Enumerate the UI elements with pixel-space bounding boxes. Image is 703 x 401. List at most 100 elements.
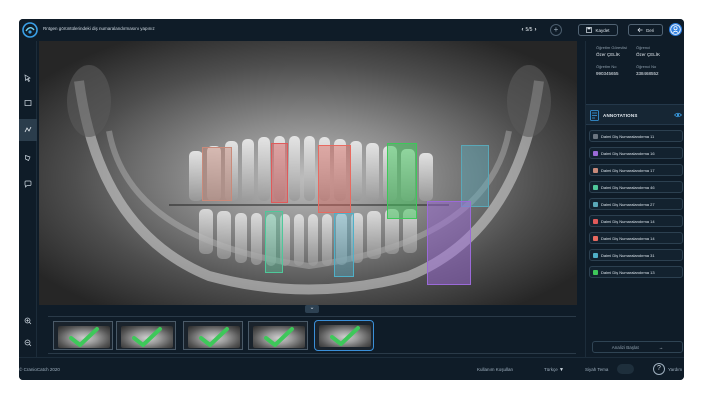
zoom-in-icon <box>24 317 32 325</box>
thumbnail-4[interactable] <box>248 321 308 350</box>
rectangle-icon <box>24 100 32 106</box>
select-tool[interactable] <box>21 71 35 85</box>
check-icon <box>264 327 294 347</box>
check-icon <box>69 327 99 347</box>
annotation-box-17[interactable] <box>202 147 232 201</box>
analyze-label: Analizi Başlat <box>611 344 639 350</box>
annotation-label: Daimi Diş Numaralandırma 17 <box>601 168 655 173</box>
thumbnail-3[interactable] <box>183 321 243 350</box>
dark-theme-label: Siyah Tema <box>585 367 609 372</box>
annotation-box-13[interactable] <box>387 143 417 219</box>
annotation-label: Daimi Diş Numaralandırma 14 <box>601 236 655 241</box>
annotation-label: Daimi Diş Numaralandırma 16 <box>601 151 655 156</box>
xray-viewer[interactable] <box>39 41 577 305</box>
app-window: Rntgen görüntülerindeki diş numaralandır… <box>19 19 684 380</box>
polyline-tool[interactable] <box>19 119 37 141</box>
annotation-item[interactable]: Daimi Diş Numaralandırma 11 <box>589 130 683 142</box>
annotation-item[interactable]: Daimi Diş Numaralandırma 17 <box>589 164 683 176</box>
thumbnail-5-selected[interactable] <box>314 320 374 351</box>
help-icon[interactable]: ? <box>653 363 665 375</box>
annotation-label: Daimi Diş Numaralandırma 31 <box>601 253 655 258</box>
doctor-label: Öğretim Görevlisi <box>596 45 627 50</box>
annotation-color-swatch <box>593 202 598 207</box>
arrow-right-icon: → <box>658 344 664 350</box>
annotation-label: Daimi Diş Numaralandırma 27 <box>601 202 655 207</box>
zoom-in-button[interactable] <box>21 314 35 328</box>
back-button[interactable]: Geri <box>628 24 663 36</box>
back-arrow-icon <box>637 27 643 33</box>
id-label: Öğretim No <box>596 64 617 69</box>
polyline-icon <box>24 126 32 133</box>
dark-theme-toggle[interactable] <box>617 364 634 374</box>
annotation-item[interactable]: Daimi Diş Numaralandırma 13 <box>589 266 683 278</box>
annotation-box-27[interactable] <box>461 145 489 207</box>
annotation-label: Daimi Diş Numaralandırma 46 <box>601 185 655 190</box>
annotations-title: ANNOTATIONS <box>603 113 638 118</box>
task-instruction: Rntgen görüntülerindeki diş numaralandır… <box>43 26 155 31</box>
doctor-name: Özer ÇELİK <box>596 52 621 57</box>
annotation-box-14[interactable] <box>271 143 288 203</box>
pager-count: 5/5 <box>525 26 533 33</box>
add-image-button[interactable]: + <box>550 24 562 36</box>
student-label: Öğrenci <box>636 45 651 50</box>
annotation-label: Daimi Diş Numaralandırma 13 <box>601 270 655 275</box>
annotation-item[interactable]: Daimi Diş Numaralandırma 14 <box>589 215 683 227</box>
language-value: Türkçe <box>544 367 558 372</box>
comment-tool[interactable] <box>21 177 35 191</box>
annotation-item[interactable]: Daimi Diş Numaralandırma 14 <box>589 232 683 244</box>
polygon-icon <box>25 155 31 161</box>
annotation-color-swatch <box>593 134 598 139</box>
collapse-thumbnails-button[interactable]: ⌄ <box>305 305 319 313</box>
zoom-out-icon <box>24 339 32 347</box>
annotation-box-11[interactable] <box>318 145 351 213</box>
annotation-label: Daimi Diş Numaralandırma 14 <box>601 219 655 224</box>
annotation-box-46[interactable] <box>265 211 283 273</box>
check-icon <box>330 326 360 346</box>
pointer-icon <box>24 74 31 82</box>
annotations-list-icon <box>590 110 599 121</box>
save-button[interactable]: Kaydet <box>578 24 618 36</box>
thumbnail-1[interactable] <box>53 321 113 350</box>
id-value: 990345655 <box>596 71 619 76</box>
prev-arrow-icon[interactable]: ‹ <box>522 27 524 33</box>
comment-icon <box>24 180 32 188</box>
annotation-item[interactable]: Daimi Diş Numaralandırma 16 <box>589 147 683 159</box>
user-avatar[interactable] <box>669 23 682 36</box>
annotation-item[interactable]: Daimi Diş Numaralandırma 27 <box>589 198 683 210</box>
terms-link[interactable]: Kullanım Koşulları <box>477 367 513 372</box>
rectangle-tool[interactable] <box>21 96 35 110</box>
zoom-out-button[interactable] <box>21 336 35 350</box>
save-label: Kaydet <box>595 27 610 33</box>
right-panel: Öğretim Görevlisi Özer ÇELİK Öğrenci Öze… <box>585 41 684 357</box>
visibility-eye-icon[interactable] <box>674 112 682 118</box>
craniocatch-logo-icon <box>22 22 38 38</box>
save-icon <box>586 27 593 33</box>
student-id-label: Öğrenci No <box>636 64 657 69</box>
thumbnail-2[interactable] <box>116 321 176 350</box>
annotation-box-31[interactable] <box>334 213 354 277</box>
language-select[interactable]: Türkçe ▼ <box>544 367 564 373</box>
annotation-box-16[interactable] <box>427 201 471 285</box>
annotation-color-swatch <box>593 236 598 241</box>
next-arrow-icon[interactable]: › <box>534 27 536 33</box>
panoramic-xray-image <box>39 41 577 305</box>
annotation-color-swatch <box>593 168 598 173</box>
left-toolbar <box>19 41 37 369</box>
annotation-item[interactable]: Daimi Diş Numaralandırma 46 <box>589 181 683 193</box>
annotation-color-swatch <box>593 219 598 224</box>
thumbnail-strip <box>48 316 576 354</box>
annotation-color-swatch <box>593 253 598 258</box>
image-pager[interactable]: ‹ 5/5 › <box>518 24 540 35</box>
annotation-color-swatch <box>593 270 598 275</box>
annotation-label: Daimi Diş Numaralandırma 11 <box>601 134 655 139</box>
top-bar: Rntgen görüntülerindeki diş numaralandır… <box>19 19 684 41</box>
polygon-tool[interactable] <box>21 151 35 165</box>
back-label: Geri <box>645 27 655 33</box>
help-label[interactable]: Yardım <box>668 367 682 372</box>
annotation-item[interactable]: Daimi Diş Numaralandırma 31 <box>589 249 683 261</box>
student-id-value: 338468552 <box>636 71 659 76</box>
start-analysis-button[interactable]: Analizi Başlat → <box>592 341 683 353</box>
check-icon <box>132 327 162 347</box>
student-name: Özer ÇELİK <box>636 52 661 57</box>
footer: © CranioCatch 2020 Kullanım Koşulları Tü… <box>19 357 684 380</box>
